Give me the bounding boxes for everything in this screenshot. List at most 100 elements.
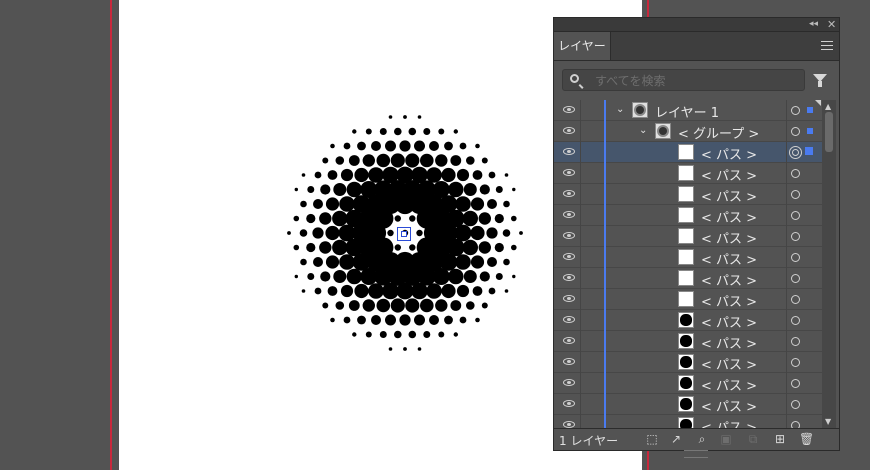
layer-row[interactable]: ⌄ < グループ > (554, 121, 822, 142)
halftone-dot[interactable] (472, 170, 483, 180)
lock-column[interactable] (580, 205, 581, 226)
chevron-down-icon[interactable]: ⌄ (639, 125, 647, 136)
halftone-dot[interactable] (512, 274, 516, 279)
halftone-dot[interactable] (488, 171, 496, 179)
halftone-dot[interactable] (348, 155, 360, 166)
layer-row-label[interactable]: < パス > (701, 375, 757, 394)
layer-row[interactable]: < パス > (554, 142, 822, 163)
halftone-dot[interactable] (487, 257, 497, 267)
halftone-dot[interactable] (511, 244, 517, 251)
layer-row[interactable]: < パス > (554, 373, 822, 394)
lock-column[interactable] (580, 373, 581, 394)
halftone-dot[interactable] (504, 289, 509, 293)
halftone-dot[interactable] (293, 244, 300, 251)
visibility-eye-icon[interactable] (563, 127, 575, 134)
halftone-dot[interactable] (503, 200, 510, 208)
halftone-dot[interactable] (313, 199, 323, 209)
halftone-dot[interactable] (394, 244, 401, 251)
halftone-dot[interactable] (453, 129, 458, 134)
layer-row[interactable]: < パス > (554, 394, 822, 415)
halftone-dot[interactable] (417, 115, 422, 119)
halftone-dot[interactable] (320, 271, 331, 282)
halftone-dot[interactable] (403, 115, 407, 119)
halftone-dot[interactable] (376, 153, 391, 168)
halftone-dot[interactable] (475, 143, 480, 149)
halftone-dot[interactable] (362, 299, 375, 312)
halftone-dot[interactable] (287, 231, 291, 235)
halftone-dot[interactable] (319, 241, 332, 254)
target-circle-icon[interactable] (791, 211, 800, 220)
resize-gripper[interactable] (684, 450, 708, 458)
lock-column[interactable] (580, 121, 581, 142)
halftone-dot[interactable] (405, 153, 420, 168)
visibility-eye-icon[interactable] (563, 211, 575, 218)
layer-row[interactable]: < パス > (554, 184, 822, 205)
halftone-dot[interactable] (503, 258, 510, 266)
halftone-dot[interactable] (487, 199, 497, 209)
halftone-dot[interactable] (307, 186, 315, 193)
layer-row-label[interactable]: < パス > (701, 312, 757, 331)
target-circle-icon[interactable] (791, 400, 800, 409)
lock-column[interactable] (580, 331, 581, 352)
selection-indicator[interactable] (805, 147, 813, 155)
double-chevron-left-icon[interactable]: ◂◂ (809, 18, 818, 31)
halftone-dot[interactable] (486, 227, 498, 239)
halftone-dot[interactable] (365, 331, 372, 338)
halftone-dot[interactable] (408, 330, 417, 339)
halftone-dot[interactable] (327, 170, 338, 180)
halftone-dot[interactable] (420, 298, 434, 313)
layer-row[interactable]: < パス > (554, 352, 822, 373)
halftone-dot[interactable] (435, 154, 448, 167)
halftone-dot[interactable] (481, 157, 488, 164)
halftone-dot[interactable] (456, 168, 470, 182)
lock-column[interactable] (580, 163, 581, 184)
halftone-dot[interactable] (312, 227, 324, 239)
halftone-dot[interactable] (320, 184, 331, 195)
halftone-dot[interactable] (335, 301, 345, 310)
halftone-dot[interactable] (332, 210, 348, 227)
halftone-dot[interactable] (314, 171, 322, 179)
lock-column[interactable] (580, 289, 581, 310)
halftone-dot[interactable] (453, 332, 458, 337)
halftone-dot[interactable] (435, 299, 448, 312)
target-circle-icon[interactable] (791, 274, 800, 283)
selection-indicator[interactable] (807, 128, 813, 134)
layer-row[interactable]: < パス > (554, 289, 822, 310)
search-box[interactable] (562, 69, 805, 91)
layer-row-label[interactable]: < パス > (701, 165, 757, 184)
make-clipping-mask-icon[interactable]: ▣ (720, 433, 732, 445)
halftone-dot[interactable] (429, 315, 439, 325)
lock-column[interactable] (580, 142, 581, 163)
halftone-dot[interactable] (339, 254, 355, 270)
create-sublayer-icon[interactable]: ⧉ (747, 433, 759, 445)
halftone-dot[interactable] (333, 183, 347, 196)
layer-row-label[interactable]: < グループ > (678, 123, 759, 142)
target-circle-icon[interactable] (791, 358, 800, 367)
halftone-dot[interactable] (394, 127, 402, 136)
halftone-dot[interactable] (472, 286, 483, 296)
halftone-dot[interactable] (414, 140, 425, 152)
visibility-eye-icon[interactable] (563, 190, 575, 197)
lock-column[interactable] (580, 226, 581, 247)
halftone-dot[interactable] (388, 115, 393, 119)
trash-icon[interactable]: 🗑 (799, 433, 814, 445)
target-circle-icon[interactable] (791, 169, 800, 178)
halftone-dot[interactable] (408, 127, 417, 136)
layer-row[interactable]: < パス > (554, 268, 822, 289)
halftone-dot[interactable] (300, 200, 307, 208)
halftone-dot[interactable] (322, 157, 329, 164)
target-circle-icon[interactable] (791, 253, 800, 262)
lock-column[interactable] (580, 394, 581, 415)
halftone-dot[interactable] (456, 284, 470, 298)
halftone-dot[interactable] (479, 184, 490, 195)
layer-row-label[interactable]: < パス > (701, 249, 757, 268)
target-circle-icon[interactable] (791, 295, 800, 304)
halftone-dot[interactable] (352, 332, 357, 337)
target-circle-icon[interactable] (791, 106, 800, 115)
halftone-dot[interactable] (357, 315, 366, 325)
halftone-dot[interactable] (368, 283, 384, 299)
halftone-dot[interactable] (368, 167, 384, 183)
halftone-dot[interactable] (333, 270, 347, 283)
lock-column[interactable] (580, 310, 581, 331)
layer-row-label[interactable]: < パス > (701, 207, 757, 226)
